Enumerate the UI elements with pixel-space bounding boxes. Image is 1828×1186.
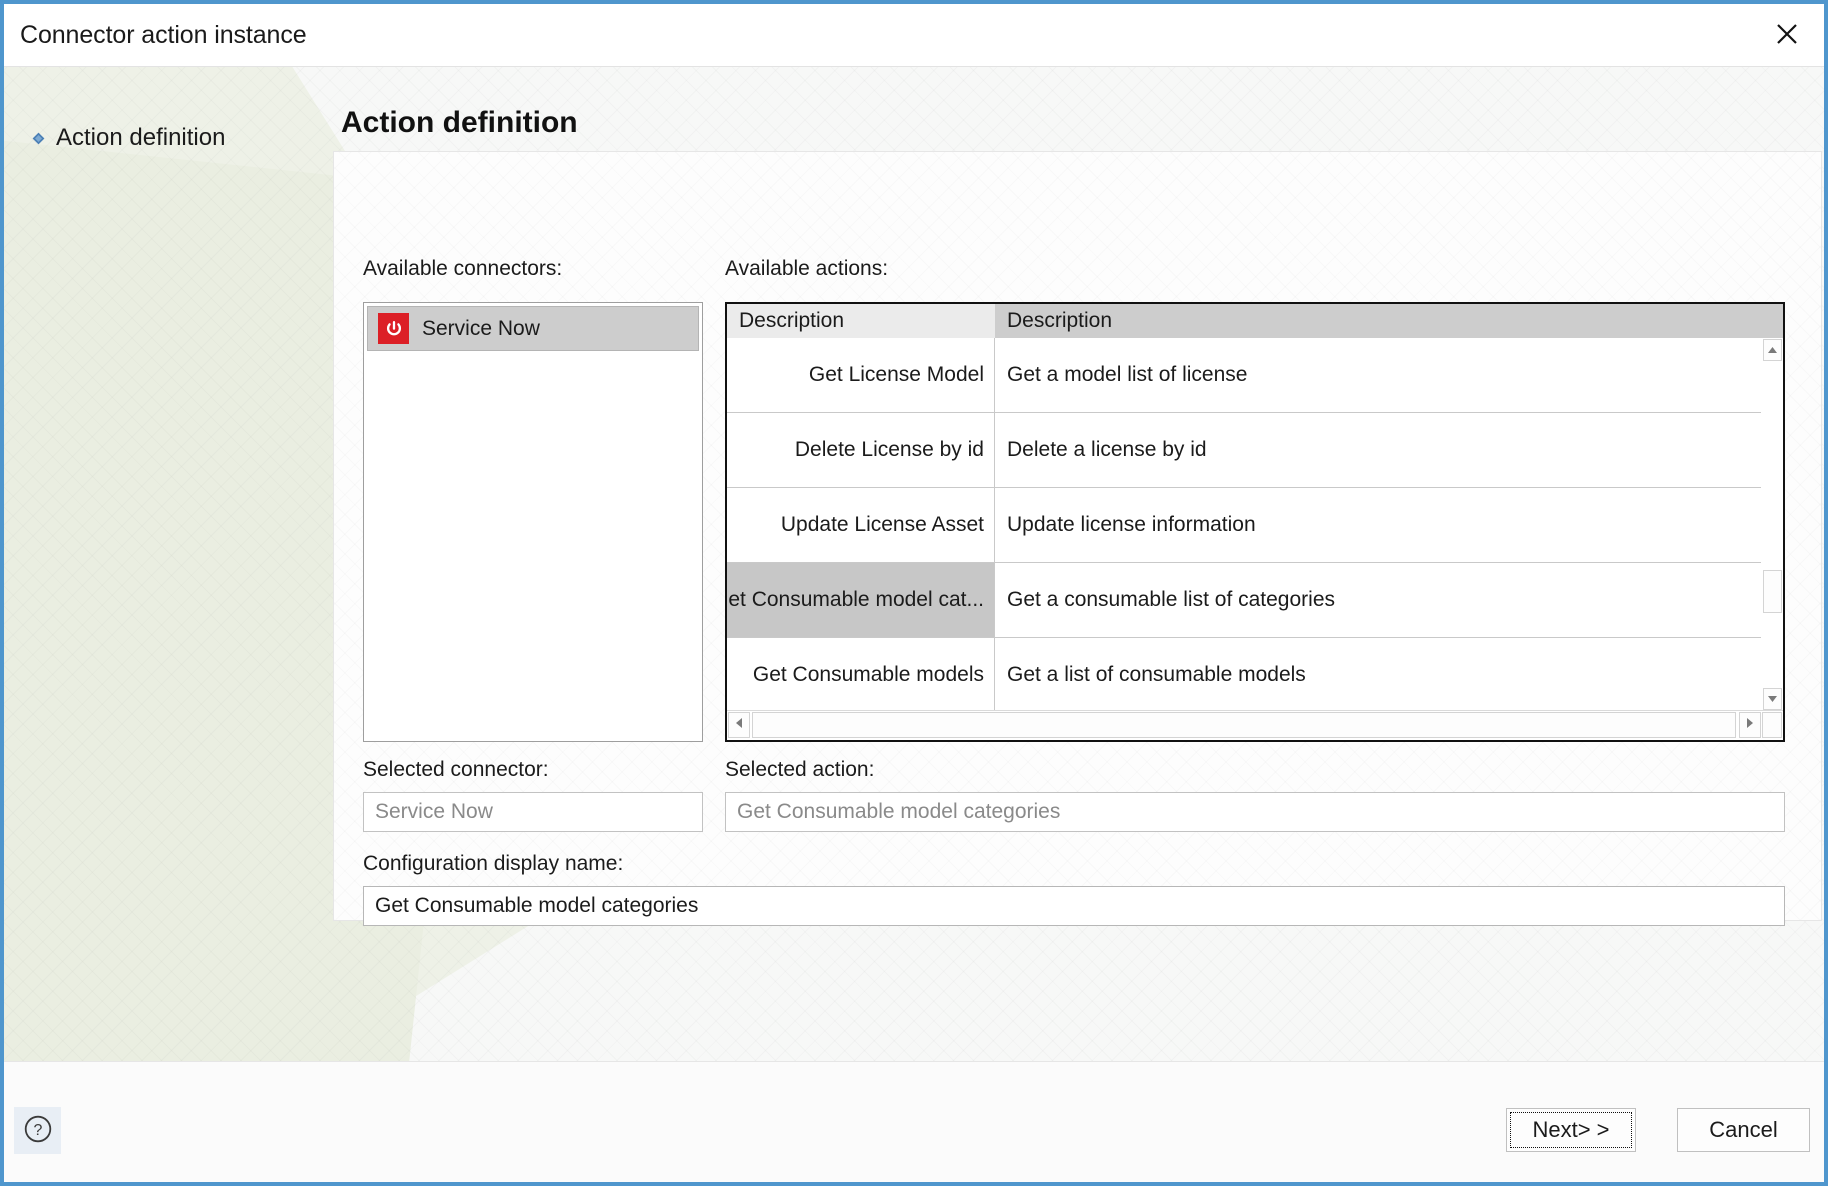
dialog-body: Action definition Action definition Avai… bbox=[4, 66, 1824, 1062]
grid-header-row: Description Description bbox=[727, 304, 1783, 338]
cell-action-name: Delete License by id bbox=[727, 413, 995, 488]
cell-action-name: Get Consumable models bbox=[727, 638, 995, 711]
triangle-up-icon bbox=[1767, 341, 1778, 359]
grid-rows: Get License Model Get a model list of li… bbox=[727, 338, 1762, 711]
available-connectors-list[interactable]: Service Now bbox=[363, 302, 703, 742]
page-title: Action definition bbox=[341, 106, 578, 139]
cell-action-description: Delete a license by id bbox=[995, 413, 1762, 488]
column-header-name[interactable]: Description bbox=[727, 304, 995, 338]
scroll-down-button[interactable] bbox=[1763, 688, 1782, 710]
cell-action-name: Get License Model bbox=[727, 338, 995, 413]
triangle-left-icon bbox=[735, 716, 743, 734]
table-row-selected[interactable]: Get Consumable model cat... Get a consum… bbox=[727, 563, 1762, 638]
scroll-thumb-vertical[interactable] bbox=[1763, 570, 1782, 613]
title-bar: Connector action instance bbox=[4, 4, 1824, 67]
window-title: Connector action instance bbox=[20, 21, 307, 49]
svg-text:?: ? bbox=[33, 1122, 42, 1139]
cell-action-name: Get Consumable model cat... bbox=[727, 563, 995, 638]
connector-name: Service Now bbox=[422, 316, 540, 340]
available-connectors-label: Available connectors: bbox=[363, 257, 563, 280]
cell-action-description: Get a model list of license bbox=[995, 338, 1762, 413]
next-button[interactable]: Next> > bbox=[1506, 1108, 1636, 1152]
content-panel: Available connectors: Service Now Availa… bbox=[333, 151, 1822, 926]
scroll-left-button[interactable] bbox=[728, 712, 750, 738]
configuration-display-name-label: Configuration display name: bbox=[363, 852, 624, 875]
power-icon bbox=[378, 313, 409, 344]
grid-vertical-scrollbar[interactable] bbox=[1761, 338, 1783, 711]
scroll-right-button[interactable] bbox=[1739, 712, 1761, 738]
close-icon bbox=[1774, 21, 1800, 47]
cancel-button-label: Cancel bbox=[1709, 1117, 1778, 1142]
scroll-thumb-horizontal[interactable] bbox=[752, 712, 1736, 738]
cell-action-name: Update License Asset bbox=[727, 488, 995, 563]
cancel-button[interactable]: Cancel bbox=[1677, 1108, 1810, 1152]
connector-action-instance-dialog: Connector action instance Action definit… bbox=[0, 0, 1828, 1186]
table-row[interactable]: Get Consumable models Get a list of cons… bbox=[727, 638, 1762, 711]
selected-connector-input[interactable] bbox=[363, 792, 703, 832]
available-actions-grid: Description Description Get License Mode… bbox=[725, 302, 1785, 742]
cell-action-description: Get a list of consumable models bbox=[995, 638, 1762, 711]
diamond-bullet-icon bbox=[32, 132, 45, 145]
selected-connector-label: Selected connector: bbox=[363, 758, 549, 781]
grid-horizontal-scrollbar[interactable] bbox=[727, 710, 1783, 740]
sidebar-item-label: Action definition bbox=[56, 124, 226, 151]
configuration-display-name-input[interactable] bbox=[363, 886, 1785, 926]
help-button[interactable]: ? bbox=[14, 1107, 61, 1154]
close-button[interactable] bbox=[1750, 4, 1824, 64]
help-circle-icon: ? bbox=[22, 1113, 54, 1148]
table-row[interactable]: Delete License by id Delete a license by… bbox=[727, 413, 1762, 488]
table-row[interactable]: Update License Asset Update license info… bbox=[727, 488, 1762, 563]
selected-action-label: Selected action: bbox=[725, 758, 875, 781]
scrollbar-corner bbox=[1762, 712, 1782, 738]
triangle-right-icon bbox=[1746, 716, 1754, 734]
column-header-description[interactable]: Description bbox=[995, 304, 1783, 338]
list-item[interactable]: Service Now bbox=[367, 306, 699, 351]
scroll-up-button[interactable] bbox=[1763, 339, 1782, 361]
sidebar-item-action-definition[interactable]: Action definition bbox=[32, 124, 225, 152]
cell-action-description: Get a consumable list of categories bbox=[995, 563, 1762, 638]
table-row[interactable]: Get License Model Get a model list of li… bbox=[727, 338, 1762, 413]
cell-action-description: Update license information bbox=[995, 488, 1762, 563]
selected-action-input[interactable] bbox=[725, 792, 1785, 832]
available-actions-label: Available actions: bbox=[725, 257, 889, 280]
dialog-footer: ? Next> > Cancel bbox=[4, 1061, 1824, 1182]
next-button-label: Next> > bbox=[1532, 1117, 1610, 1142]
triangle-down-icon bbox=[1767, 690, 1778, 708]
